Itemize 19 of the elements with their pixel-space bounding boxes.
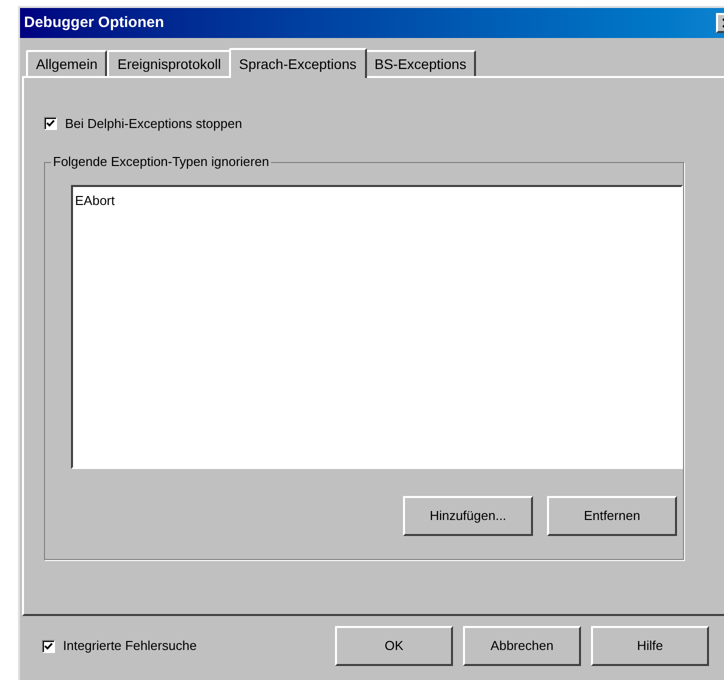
dialog-button[interactable]: Hinzufügen... <box>403 496 533 536</box>
group-title: Folgende Exception-Typen ignorieren <box>51 154 272 170</box>
tab[interactable]: Sprach-Exceptions <box>228 48 366 78</box>
dialog-button[interactable]: Abbrechen <box>463 626 581 666</box>
window-title: Debugger Optionen <box>24 12 164 33</box>
checkmark-icon <box>46 119 55 128</box>
tab[interactable]: BS-Exceptions <box>364 50 476 76</box>
checkbox-label: Integrierte Fehlersuche <box>63 637 197 656</box>
dialog-button[interactable]: OK <box>335 626 453 666</box>
tab[interactable]: Allgemein <box>26 50 108 76</box>
tab[interactable]: Ereignisprotokoll <box>107 50 231 76</box>
checkbox[interactable] <box>42 640 55 652</box>
checkbox[interactable] <box>44 117 57 130</box>
checkmark-icon <box>44 642 53 650</box>
dialog-button[interactable]: Hilfe <box>591 626 709 666</box>
exception-list[interactable]: EAbort <box>71 184 683 468</box>
dialog-button[interactable]: Entfernen <box>547 496 677 536</box>
checkbox-label: Bei Delphi-Exceptions stoppen <box>65 115 242 133</box>
list-item[interactable]: EAbort <box>75 190 679 210</box>
